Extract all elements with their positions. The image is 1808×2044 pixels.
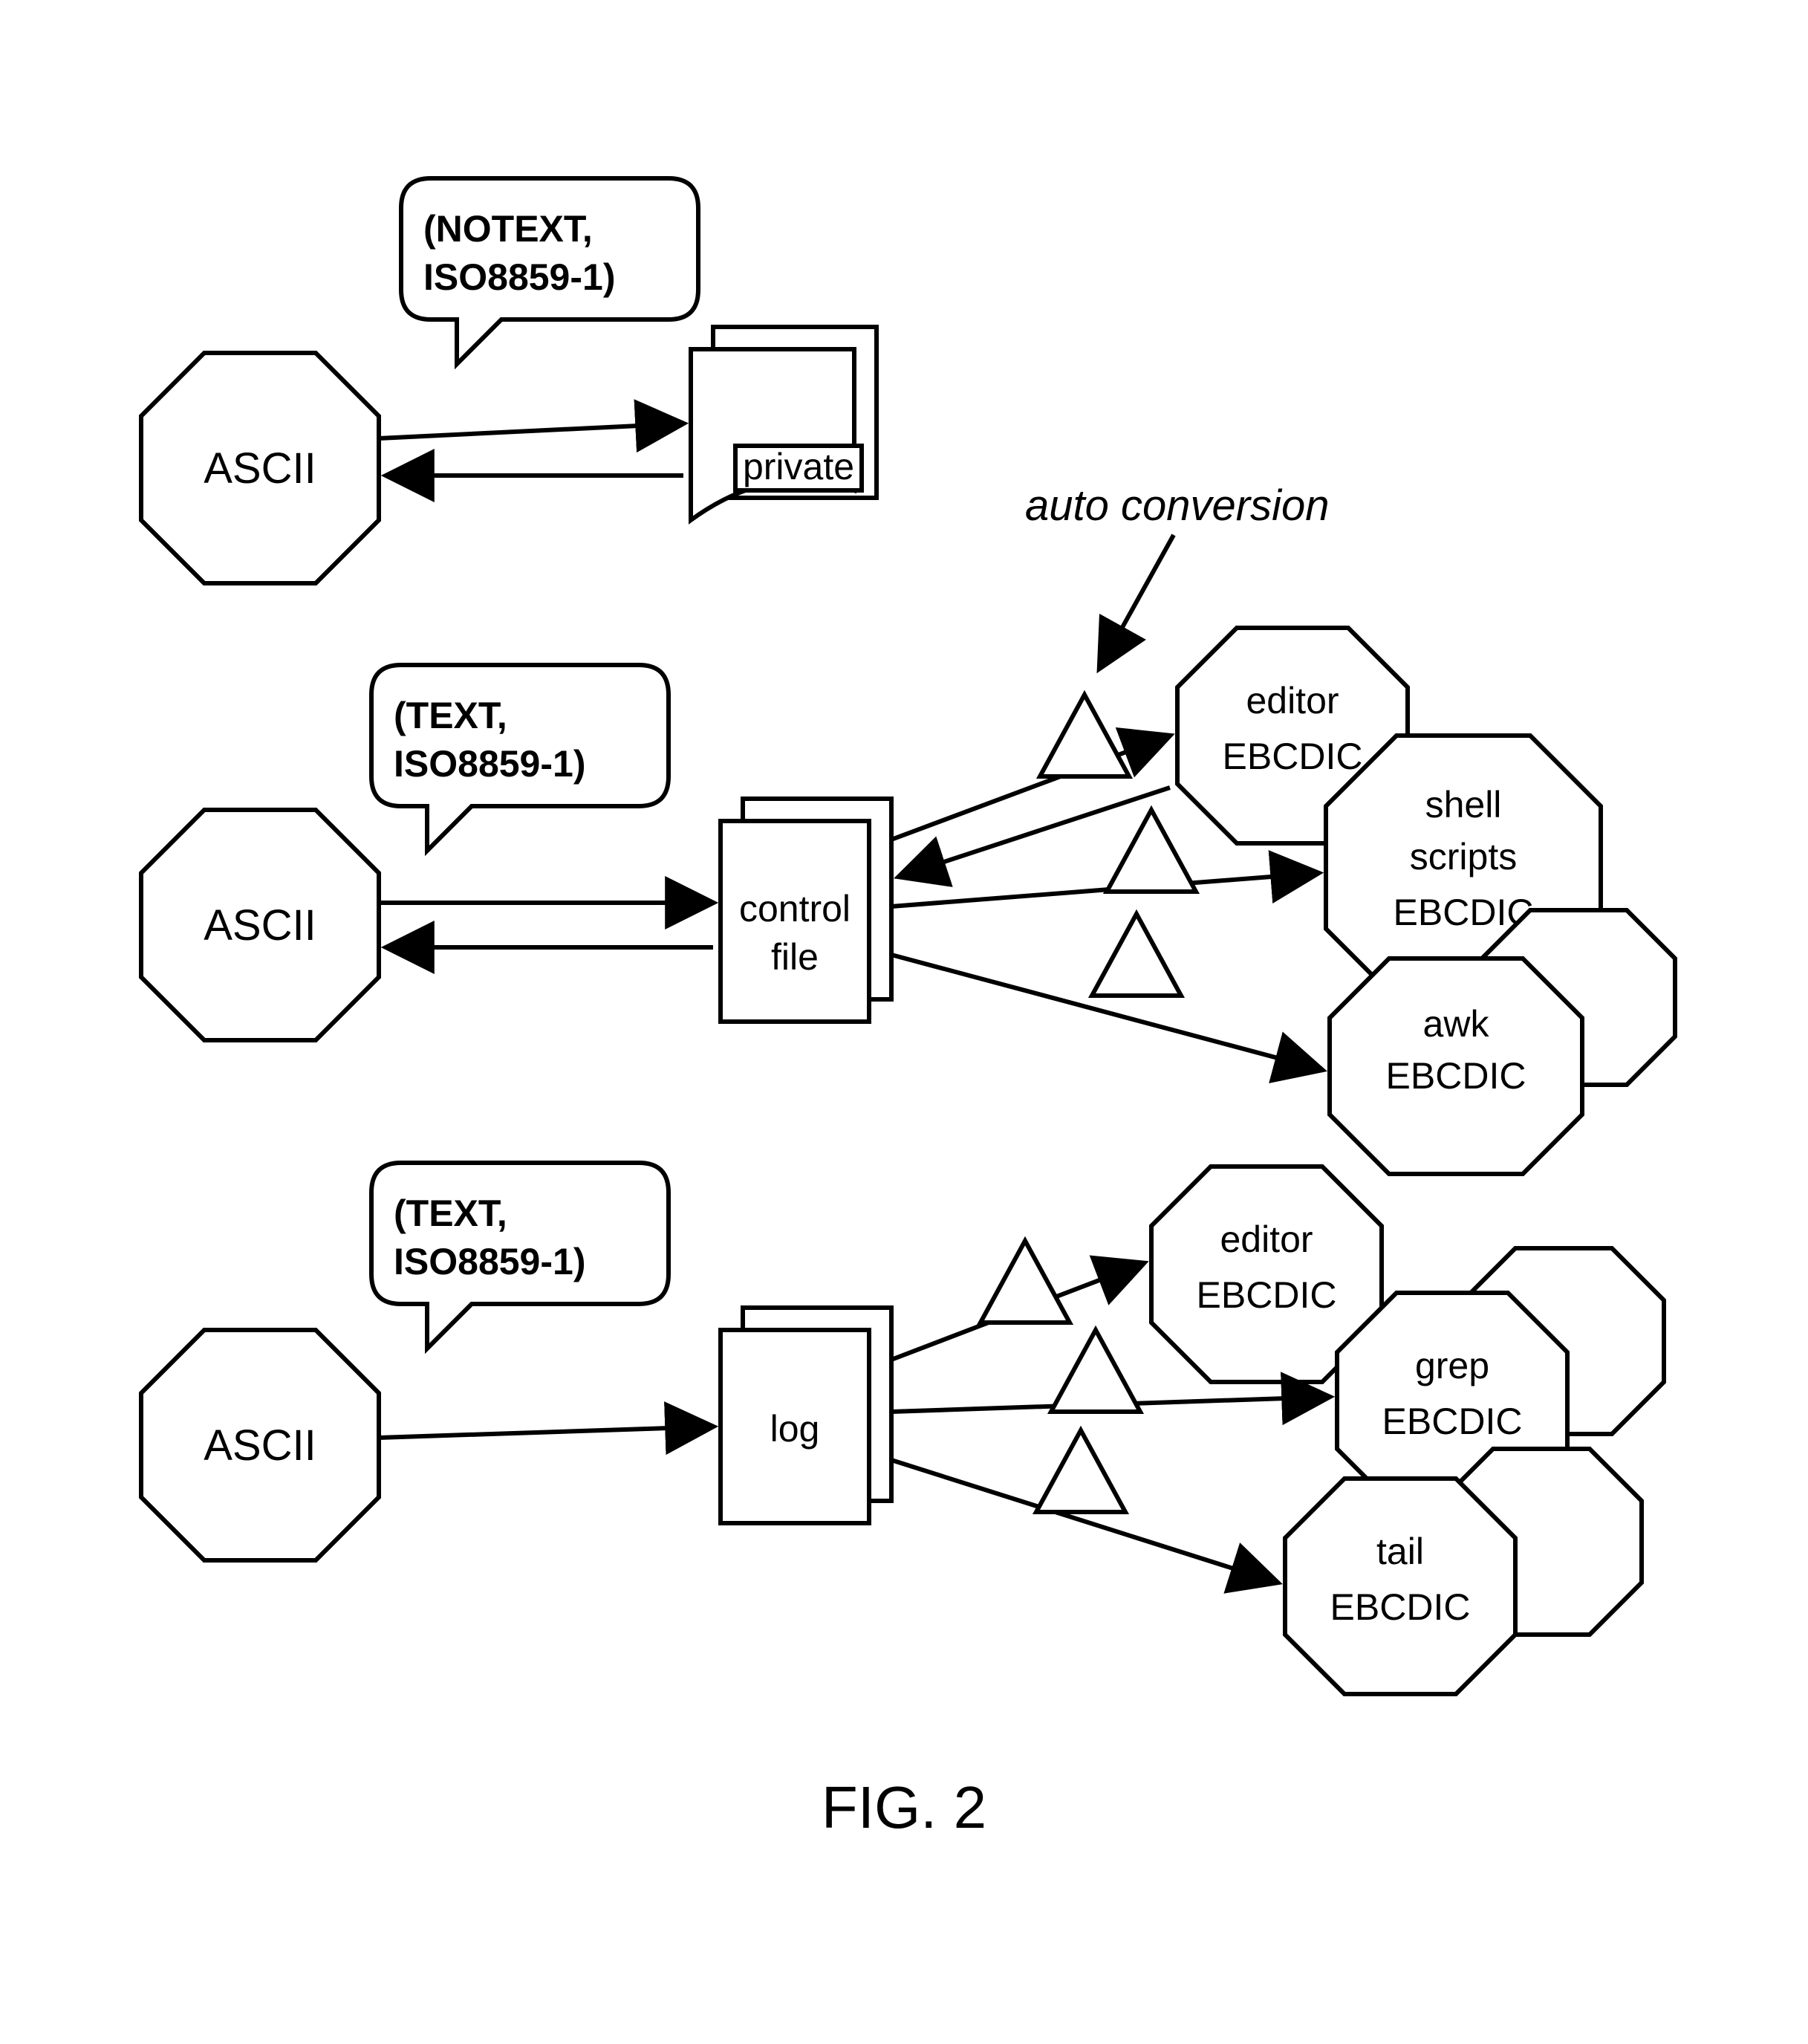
proc2c-l1: awk	[1423, 1003, 1490, 1045]
proc3c-l1: tail	[1376, 1531, 1424, 1572]
tag-bubble-2: (TEXT, ISO8859-1)	[371, 665, 669, 851]
proc3a-l2: EBCDIC	[1197, 1274, 1337, 1316]
bubble3-line1: (TEXT,	[394, 1193, 507, 1234]
arrow-ascii3-to-file3	[379, 1427, 713, 1438]
proc2b-l2: scripts	[1410, 836, 1517, 877]
proc2b-l1: shell	[1425, 784, 1502, 825]
file-private: private	[691, 327, 877, 520]
row-control-file: ASCII (TEXT, ISO8859-1) control file edi…	[141, 628, 1675, 1174]
arrow-ascii1-to-file1	[379, 424, 683, 438]
file2-label1: control	[739, 888, 851, 929]
proc3b-l2: EBCDIC	[1382, 1401, 1523, 1442]
figure-caption: FIG. 2	[822, 1774, 986, 1840]
proc2a-l2: EBCDIC	[1223, 736, 1363, 777]
bubble2-line2: ISO8859-1)	[394, 743, 585, 785]
bubble1-line2: ISO8859-1)	[423, 256, 615, 298]
tail-program-3: tail EBCDIC	[1285, 1449, 1642, 1694]
auto-conversion-arrow	[1099, 535, 1174, 669]
ascii-program-2: ASCII	[141, 810, 379, 1040]
row-private: ASCII (NOTEXT, ISO8859-1) private	[141, 178, 877, 583]
file-log: log	[721, 1308, 891, 1523]
file-control: control file	[721, 799, 891, 1022]
ascii-program-1: ASCII	[141, 353, 379, 583]
row-log: ASCII (TEXT, ISO8859-1) log editor EBCDI…	[141, 1163, 1664, 1694]
proc2a-l1: editor	[1246, 680, 1339, 721]
tag-bubble-3: (TEXT, ISO8859-1)	[371, 1163, 669, 1349]
tag-bubble-1: (NOTEXT, ISO8859-1)	[401, 178, 698, 364]
auto-conversion-label: auto conversion	[1025, 481, 1329, 530]
file3-label: log	[770, 1408, 820, 1450]
proc2c-l2: EBCDIC	[1386, 1055, 1526, 1097]
ascii-label-2: ASCII	[204, 901, 316, 950]
file1-label: private	[743, 446, 854, 487]
proc3a-l1: editor	[1220, 1219, 1313, 1260]
diagram-canvas: ASCII (NOTEXT, ISO8859-1) private auto c…	[0, 0, 1808, 2044]
ascii-label-3: ASCII	[204, 1421, 316, 1470]
bubble1-line1: (NOTEXT,	[423, 208, 593, 250]
ascii-label-1: ASCII	[204, 444, 316, 493]
file2-label2: file	[771, 936, 819, 978]
proc3b-l1: grep	[1415, 1345, 1489, 1386]
ascii-program-3: ASCII	[141, 1330, 379, 1560]
bubble3-line2: ISO8859-1)	[394, 1241, 585, 1282]
proc3c-l2: EBCDIC	[1330, 1586, 1471, 1628]
bubble2-line1: (TEXT,	[394, 695, 507, 736]
